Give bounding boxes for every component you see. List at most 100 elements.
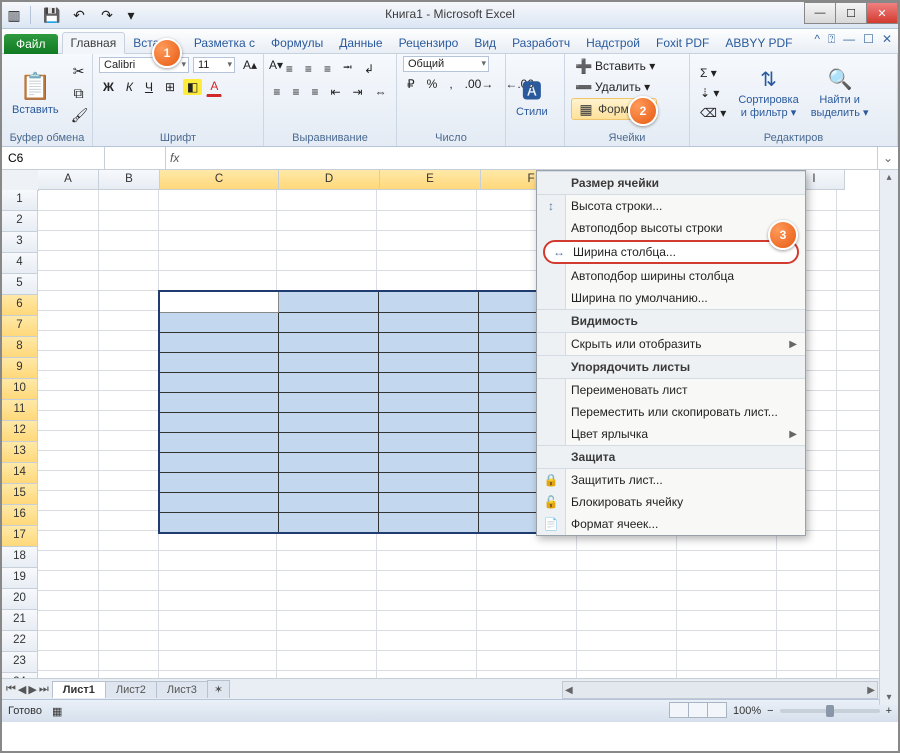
row-header-4[interactable]: 4 bbox=[2, 253, 38, 274]
minimize-button[interactable]: — bbox=[804, 2, 836, 24]
col-header-B[interactable]: B bbox=[99, 170, 160, 190]
row-header-1[interactable]: 1 bbox=[2, 190, 38, 211]
row-header-19[interactable]: 19 bbox=[2, 568, 38, 589]
tab-pagelayout[interactable]: Разметка с bbox=[186, 33, 263, 53]
paste-button[interactable]: 📋 Вставить bbox=[8, 68, 63, 118]
zoom-level[interactable]: 100% bbox=[733, 705, 761, 717]
name-box[interactable] bbox=[2, 147, 105, 169]
autosum-button[interactable]: Σ ▾ bbox=[696, 64, 730, 82]
tab-developer[interactable]: Разработч bbox=[504, 33, 578, 53]
tab-nav-next-icon[interactable]: ▶ bbox=[28, 683, 36, 696]
align-middle-icon[interactable]: ≡ bbox=[301, 60, 316, 78]
row-header-20[interactable]: 20 bbox=[2, 589, 38, 610]
row-header-9[interactable]: 9 bbox=[2, 358, 38, 379]
zoom-slider[interactable] bbox=[780, 709, 880, 713]
tab-data[interactable]: Данные bbox=[331, 33, 390, 53]
sheet-tab-2[interactable]: Лист2 bbox=[105, 681, 157, 698]
zoom-out-button[interactable]: − bbox=[767, 705, 773, 717]
font-color-icon[interactable]: A bbox=[206, 77, 222, 97]
menu-item[interactable]: ↔Ширина столбца... bbox=[543, 240, 799, 264]
row-header-8[interactable]: 8 bbox=[2, 337, 38, 358]
fx-icon[interactable]: fx bbox=[170, 151, 179, 165]
row-header-12[interactable]: 12 bbox=[2, 421, 38, 442]
redo-icon[interactable]: ↷ bbox=[95, 5, 119, 25]
wrap-text-icon[interactable]: ↲ bbox=[360, 60, 378, 78]
bold-button[interactable]: Ж bbox=[99, 78, 118, 96]
italic-button[interactable]: К bbox=[122, 78, 137, 96]
mdi-close-icon[interactable]: ✕ bbox=[882, 32, 892, 47]
tab-home[interactable]: Главная bbox=[62, 32, 126, 54]
sheet-tab-3[interactable]: Лист3 bbox=[156, 681, 208, 698]
increase-indent-icon[interactable]: ⇥ bbox=[349, 83, 367, 101]
new-sheet-button[interactable]: ✶ bbox=[207, 680, 230, 698]
col-header-C[interactable]: C bbox=[160, 170, 279, 190]
tab-nav-prev-icon[interactable]: ◀ bbox=[18, 683, 26, 696]
row-header-3[interactable]: 3 bbox=[2, 232, 38, 253]
save-icon[interactable]: 💾 bbox=[39, 5, 63, 25]
formula-expand-icon[interactable]: ⌄ bbox=[877, 147, 898, 169]
worksheet-area[interactable]: ABCDEFGHI1234567891011121314151617181920… bbox=[2, 170, 898, 678]
decrease-indent-icon[interactable]: ⇤ bbox=[326, 83, 344, 101]
select-all-corner[interactable] bbox=[2, 170, 39, 191]
fill-button[interactable]: ⇣ ▾ bbox=[696, 84, 730, 102]
menu-item[interactable]: ↕Высота строки... bbox=[537, 195, 805, 217]
menu-item[interactable]: Ширина по умолчанию... bbox=[537, 287, 805, 309]
align-top-icon[interactable]: ≡ bbox=[282, 60, 297, 78]
row-header-11[interactable]: 11 bbox=[2, 400, 38, 421]
menu-item[interactable]: Переименовать лист bbox=[537, 379, 805, 401]
align-bottom-icon[interactable]: ≡ bbox=[320, 60, 335, 78]
view-buttons[interactable] bbox=[670, 702, 727, 721]
macro-record-icon[interactable]: ▦ bbox=[52, 705, 62, 718]
mdi-max-icon[interactable]: ☐ bbox=[863, 32, 874, 47]
close-button[interactable]: ✕ bbox=[866, 2, 898, 24]
row-header-14[interactable]: 14 bbox=[2, 463, 38, 484]
row-header-6[interactable]: 6 bbox=[2, 295, 38, 316]
menu-item[interactable]: Переместить или скопировать лист... bbox=[537, 401, 805, 423]
name-box-input[interactable] bbox=[6, 150, 100, 166]
sort-filter-button[interactable]: ⇅Сортировка и фильтр ▾ bbox=[734, 66, 802, 121]
col-header-A[interactable]: A bbox=[38, 170, 99, 190]
menu-item[interactable]: 🔓Блокировать ячейку bbox=[537, 491, 805, 513]
insert-cells-button[interactable]: ➕Вставить ▾ bbox=[571, 56, 659, 76]
mdi-min-icon[interactable]: — bbox=[843, 32, 855, 47]
copy-icon[interactable]: ⧉ bbox=[67, 83, 91, 103]
row-header-17[interactable]: 17 bbox=[2, 526, 38, 547]
align-left-icon[interactable]: ≡ bbox=[269, 83, 284, 101]
qat-customize-icon[interactable]: ▾ bbox=[123, 7, 139, 23]
menu-item[interactable]: Цвет ярлычка▶ bbox=[537, 423, 805, 445]
file-tab[interactable]: Файл bbox=[4, 34, 58, 54]
number-format-combo[interactable]: Общий bbox=[403, 56, 489, 72]
help-icon[interactable]: ⍰ bbox=[828, 32, 835, 47]
menu-item[interactable]: 🔒Защитить лист... bbox=[537, 469, 805, 491]
menu-item[interactable]: Скрыть или отобразить▶ bbox=[537, 333, 805, 355]
menu-item[interactable]: 📄Формат ячеек... bbox=[537, 513, 805, 535]
row-header-23[interactable]: 23 bbox=[2, 652, 38, 673]
cut-icon[interactable]: ✂ bbox=[67, 61, 91, 81]
formula-input[interactable] bbox=[185, 150, 877, 167]
font-size-combo[interactable]: 11 bbox=[193, 57, 235, 73]
cell-styles-button[interactable]: 🅰Стили bbox=[512, 78, 552, 120]
fill-color-icon[interactable]: ◧ bbox=[183, 79, 202, 95]
sheet-tab-1[interactable]: Лист1 bbox=[52, 681, 106, 698]
format-painter-icon[interactable]: 🖌 bbox=[67, 105, 91, 125]
tab-abbyy[interactable]: ABBYY PDF bbox=[717, 33, 800, 53]
row-header-5[interactable]: 5 bbox=[2, 274, 38, 295]
tab-nav-first-icon[interactable]: ⏮ bbox=[6, 683, 16, 696]
underline-button[interactable]: Ч bbox=[141, 78, 157, 96]
row-header-2[interactable]: 2 bbox=[2, 211, 38, 232]
align-right-icon[interactable]: ≡ bbox=[307, 83, 322, 101]
ribbon-minimize-icon[interactable]: ^ bbox=[814, 32, 820, 47]
row-header-7[interactable]: 7 bbox=[2, 316, 38, 337]
menu-item[interactable]: Автоподбор высоты строки bbox=[537, 217, 805, 239]
row-header-16[interactable]: 16 bbox=[2, 505, 38, 526]
tab-formulas[interactable]: Формулы bbox=[263, 33, 331, 53]
row-header-22[interactable]: 22 bbox=[2, 631, 38, 652]
align-center-icon[interactable]: ≡ bbox=[288, 83, 303, 101]
col-header-E[interactable]: E bbox=[380, 170, 481, 190]
horizontal-scrollbar[interactable]: ◀▶ bbox=[562, 681, 878, 699]
undo-icon[interactable]: ↶ bbox=[67, 5, 91, 25]
row-header-10[interactable]: 10 bbox=[2, 379, 38, 400]
border-icon[interactable]: ⊞ bbox=[161, 78, 179, 96]
tab-nav-last-icon[interactable]: ⏭ bbox=[39, 683, 49, 696]
tab-review[interactable]: Рецензиро bbox=[391, 33, 467, 53]
